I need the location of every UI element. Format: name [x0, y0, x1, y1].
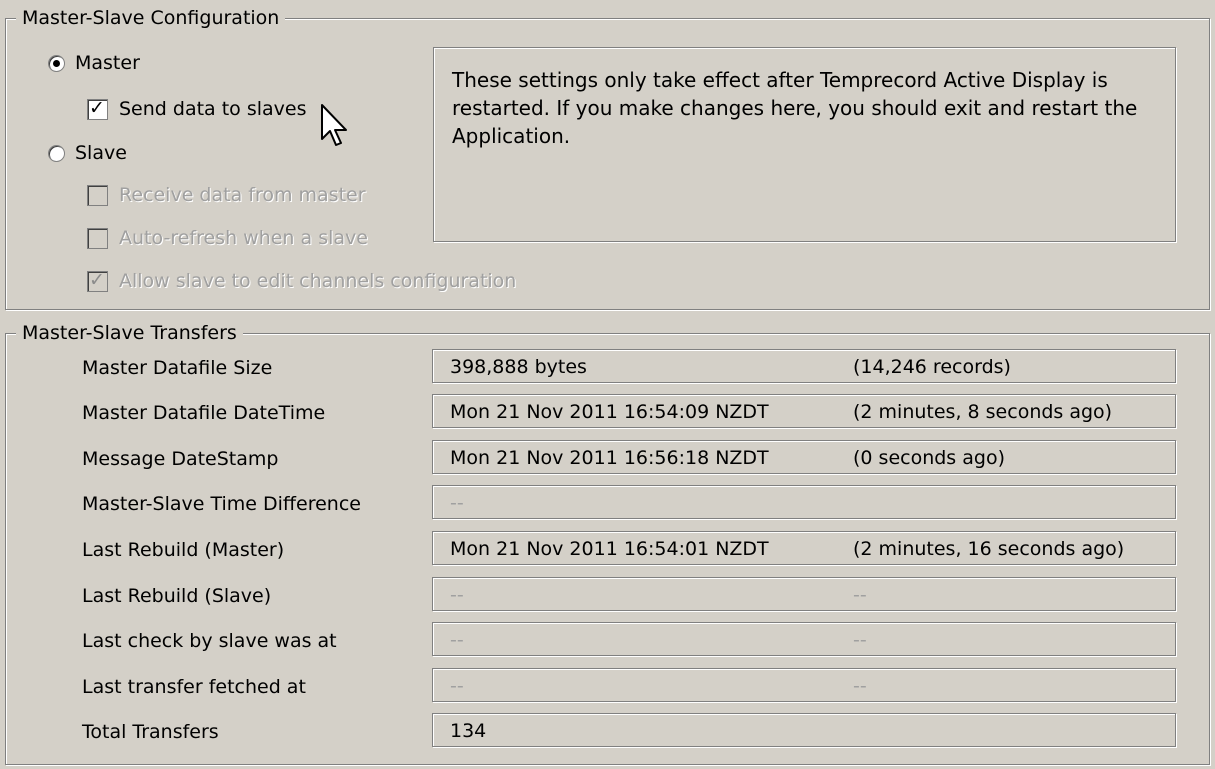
- datafile-size-records: (14,246 records): [853, 356, 1011, 378]
- send-data-label: Send data to slaves: [119, 98, 307, 120]
- value-box-time-difference: --: [432, 485, 1176, 519]
- last-transfer-value: --: [450, 675, 464, 697]
- restart-notice-box: These settings only take effect after Te…: [433, 47, 1176, 242]
- receive-data-checkbox: [87, 184, 108, 206]
- value-box-message-datestamp: Mon 21 Nov 2011 16:56:18 NZDT (0 seconds…: [432, 440, 1176, 474]
- row-label-last-check: Last check by slave was at: [82, 630, 337, 652]
- last-rebuild-master-ago: (2 minutes, 16 seconds ago): [853, 538, 1125, 560]
- value-box-last-rebuild-master: Mon 21 Nov 2011 16:54:01 NZDT (2 minutes…: [432, 531, 1176, 565]
- time-difference-value: --: [450, 492, 464, 514]
- slave-radio-label: Slave: [75, 142, 127, 164]
- allow-edit-checkbox-option: ✓ Allow slave to edit channels configura…: [87, 268, 517, 292]
- value-box-last-transfer: -- --: [432, 668, 1176, 702]
- configuration-group-title: Master-Slave Configuration: [16, 6, 286, 30]
- auto-refresh-label: Auto-refresh when a slave: [119, 227, 368, 249]
- master-radio-label: Master: [75, 52, 140, 74]
- send-data-checkbox[interactable]: ✓: [87, 96, 108, 120]
- datafile-size-value: 398,888 bytes: [450, 356, 587, 378]
- message-datestamp-ago: (0 seconds ago): [853, 447, 1005, 469]
- row-label-last-transfer: Last transfer fetched at: [82, 676, 306, 698]
- auto-refresh-checkbox: [87, 227, 108, 249]
- row-label-datafile-datetime: Master Datafile DateTime: [82, 402, 326, 424]
- allow-edit-label: Allow slave to edit channels configurati…: [119, 270, 517, 292]
- value-box-datafile-datetime: Mon 21 Nov 2011 16:54:09 NZDT (2 minutes…: [432, 394, 1176, 428]
- transfers-group-title: Master-Slave Transfers: [16, 321, 243, 345]
- last-rebuild-slave-extra: --: [853, 584, 867, 606]
- last-rebuild-master-value: Mon 21 Nov 2011 16:54:01 NZDT: [450, 538, 769, 560]
- restart-notice-text: These settings only take effect after Te…: [452, 68, 1138, 148]
- last-check-value: --: [450, 629, 464, 651]
- row-label-time-difference: Master-Slave Time Difference: [82, 493, 361, 515]
- checkmark-icon: ✓: [89, 268, 105, 291]
- last-rebuild-slave-value: --: [450, 584, 464, 606]
- value-box-last-rebuild-slave: -- --: [432, 577, 1176, 611]
- last-transfer-extra: --: [853, 675, 867, 697]
- master-radio-button[interactable]: [48, 54, 65, 72]
- message-datestamp-value: Mon 21 Nov 2011 16:56:18 NZDT: [450, 447, 769, 469]
- value-box-datafile-size: 398,888 bytes (14,246 records): [432, 349, 1176, 383]
- row-label-last-rebuild-slave: Last Rebuild (Slave): [82, 585, 272, 607]
- checkmark-icon: ✓: [89, 96, 105, 119]
- datafile-datetime-ago: (2 minutes, 8 seconds ago): [853, 401, 1113, 423]
- allow-edit-checkbox: ✓: [87, 268, 108, 292]
- value-box-total-transfers: 134: [432, 713, 1176, 747]
- auto-refresh-checkbox-option: Auto-refresh when a slave: [87, 227, 368, 249]
- master-radio-option[interactable]: Master: [48, 52, 140, 74]
- last-check-extra: --: [853, 629, 867, 651]
- receive-data-label: Receive data from master: [119, 184, 366, 206]
- slave-radio-button[interactable]: [48, 144, 65, 162]
- receive-data-checkbox-option: Receive data from master: [87, 184, 366, 206]
- mouse-pointer-icon: [321, 104, 347, 146]
- slave-radio-option[interactable]: Slave: [48, 142, 127, 164]
- row-label-datafile-size: Master Datafile Size: [82, 357, 273, 379]
- value-box-last-check: -- --: [432, 622, 1176, 656]
- row-label-message-datestamp: Message DateStamp: [82, 448, 279, 470]
- send-data-checkbox-option[interactable]: ✓ Send data to slaves: [87, 96, 307, 120]
- row-label-total-transfers: Total Transfers: [82, 721, 219, 743]
- datafile-datetime-value: Mon 21 Nov 2011 16:54:09 NZDT: [450, 401, 769, 423]
- total-transfers-value: 134: [450, 720, 487, 742]
- row-label-last-rebuild-master: Last Rebuild (Master): [82, 539, 285, 561]
